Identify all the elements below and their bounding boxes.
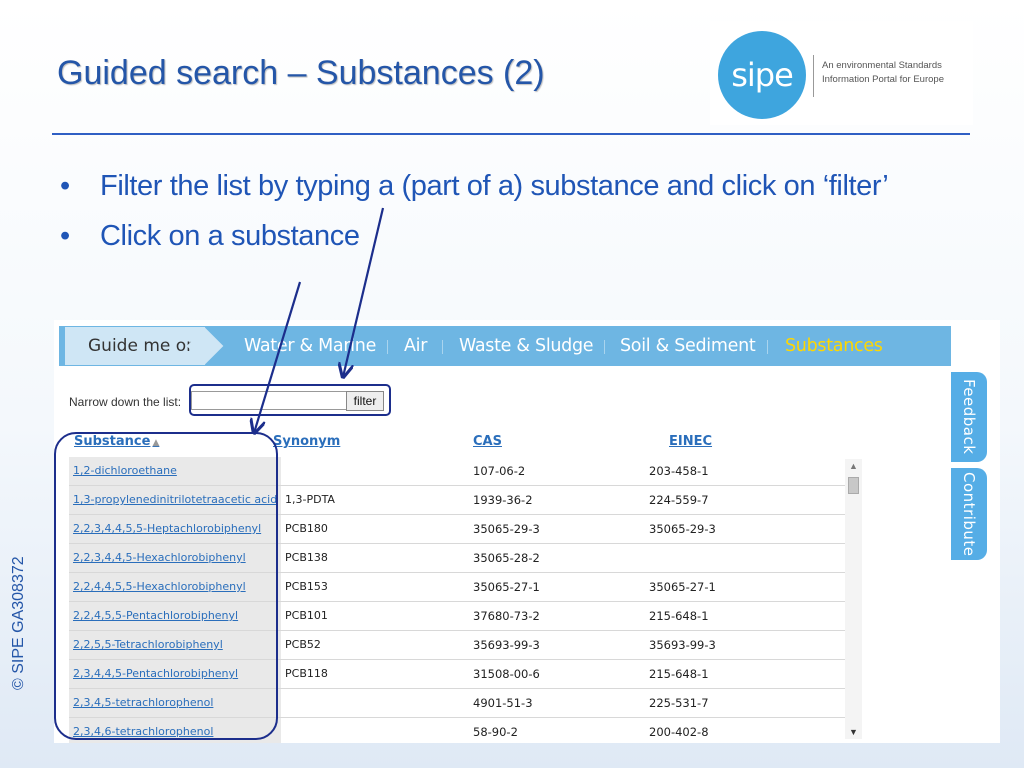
nav-separator <box>604 340 605 354</box>
synonym-cell: PCB138 <box>285 551 328 564</box>
cas-cell: 107-06-2 <box>473 464 526 478</box>
scrollbar-thumb[interactable] <box>848 477 859 494</box>
column-header-einec[interactable]: EINEC <box>669 434 712 449</box>
cas-cell: 1939-36-2 <box>473 493 533 507</box>
cas-cell: 37680-73-2 <box>473 609 540 623</box>
einec-cell: 35065-29-3 <box>649 522 716 536</box>
contribute-tab[interactable]: Contribute <box>951 468 987 560</box>
sipe-logo-mark: sipe <box>718 31 806 119</box>
cas-cell: 35065-29-3 <box>473 522 540 536</box>
feedback-tab[interactable]: Feedback <box>951 372 987 462</box>
nav-air[interactable]: Air <box>404 326 427 366</box>
sipe-screenshot: Guide me on Water & Marine Air Waste & S… <box>54 320 1000 743</box>
cas-cell: 31508-00-6 <box>473 667 540 681</box>
column-header-cas[interactable]: CAS <box>473 434 502 449</box>
synonym-cell: 1,3-PDTA <box>285 493 335 506</box>
column-header-synonym[interactable]: Synonym <box>273 434 340 449</box>
nav-soil-sediment[interactable]: Soil & Sediment <box>620 326 756 366</box>
scroll-up-icon[interactable]: ▲ <box>849 461 858 471</box>
synonym-cell: PCB118 <box>285 667 328 680</box>
narrow-down-label: Narrow down the list: <box>69 395 182 409</box>
instruction-bullets: Filter the list by typing a (part of a) … <box>60 166 940 266</box>
synonym-cell: PCB180 <box>285 522 328 535</box>
logo-separator <box>813 55 814 97</box>
synonym-cell <box>281 457 475 485</box>
sipe-logo: sipe An environmental Standards Informat… <box>710 21 973 125</box>
slide-title: Guided search – Substances (2) <box>57 54 545 92</box>
einec-cell: 224-559-7 <box>649 493 709 507</box>
copyright-text: © SIPE GA308372 <box>10 556 27 690</box>
bullet-filter: Filter the list by typing a (part of a) … <box>60 166 940 206</box>
synonym-cell <box>281 689 475 717</box>
cas-cell: 35693-99-3 <box>473 638 540 652</box>
bullet-click-substance: Click on a substance <box>60 216 940 256</box>
substance-list-highlight <box>54 432 278 740</box>
einec-cell: 215-648-1 <box>649 667 709 681</box>
title-divider <box>52 133 970 135</box>
cas-cell: 35065-28-2 <box>473 551 540 565</box>
einec-cell: 225-531-7 <box>649 696 709 710</box>
filter-highlight-box <box>189 384 391 416</box>
nav-substances[interactable]: Substances <box>785 326 883 366</box>
nav-separator <box>387 340 388 354</box>
scroll-down-icon[interactable]: ▼ <box>849 727 858 737</box>
einec-cell: 35065-27-1 <box>649 580 716 594</box>
logo-tagline: An environmental Standards Information P… <box>822 60 944 85</box>
guide-me-on-button[interactable]: Guide me on <box>65 327 205 365</box>
nav-water-marine[interactable]: Water & Marine <box>244 326 376 366</box>
synonym-cell: PCB52 <box>285 638 321 651</box>
einec-cell: 200-402-8 <box>649 725 709 739</box>
synonym-cell: PCB153 <box>285 580 328 593</box>
einec-cell: 35693-99-3 <box>649 638 716 652</box>
cas-cell: 58-90-2 <box>473 725 518 739</box>
cas-cell: 35065-27-1 <box>473 580 540 594</box>
nav-waste-sludge[interactable]: Waste & Sludge <box>459 326 594 366</box>
einec-cell: 203-458-1 <box>649 464 709 478</box>
einec-cell: 215-648-1 <box>649 609 709 623</box>
nav-separator <box>767 340 768 354</box>
synonym-cell <box>281 718 475 743</box>
table-scrollbar[interactable]: ▲ ▼ <box>845 459 862 739</box>
nav-separator <box>442 340 443 354</box>
synonym-cell: PCB101 <box>285 609 328 622</box>
cas-cell: 4901-51-3 <box>473 696 533 710</box>
